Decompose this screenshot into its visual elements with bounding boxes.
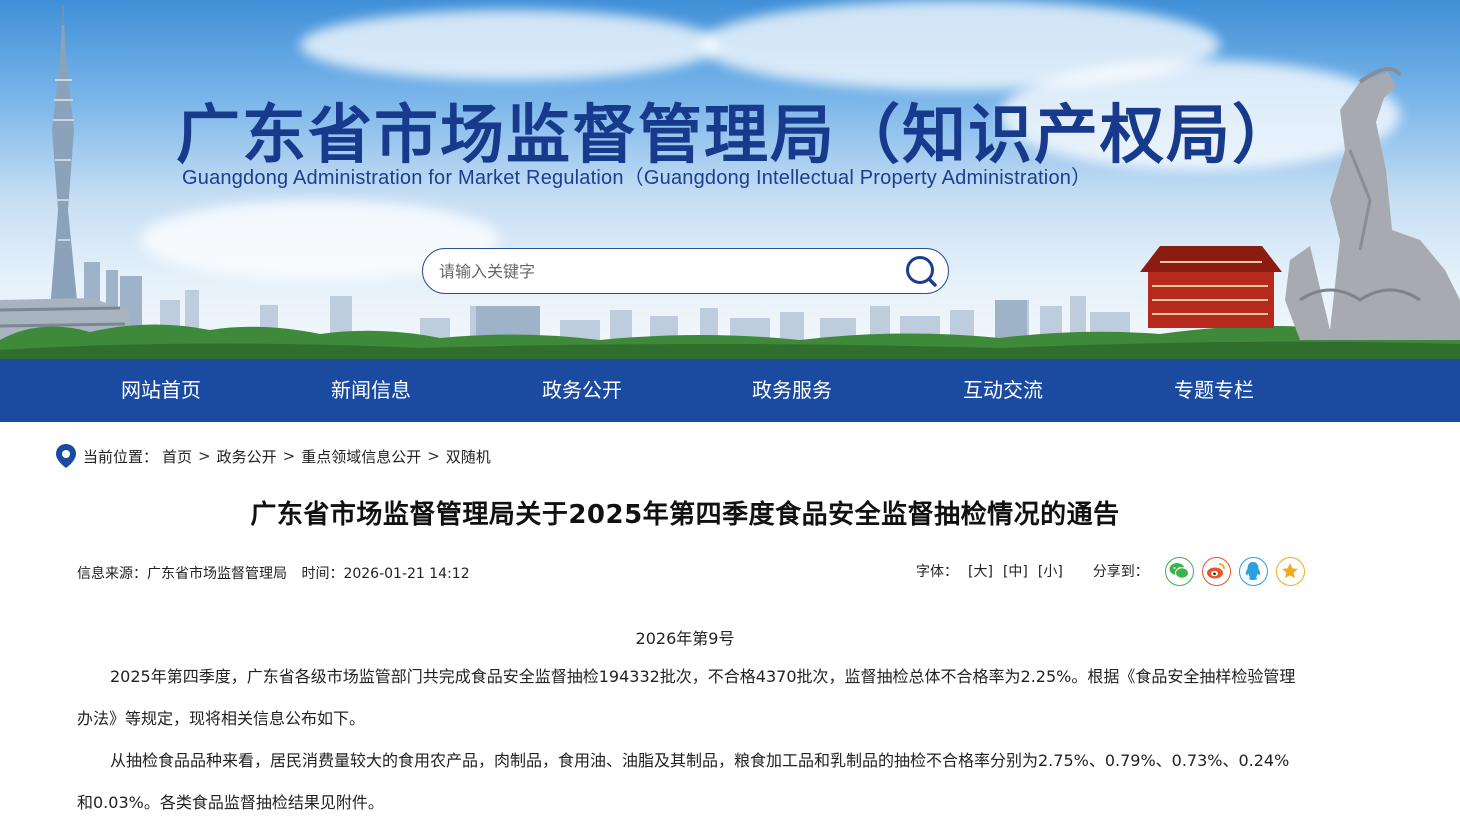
share-weibo-button[interactable] bbox=[1201, 556, 1231, 586]
breadcrumb-key-areas[interactable]: 重点领域信息公开 bbox=[301, 446, 421, 467]
search-input[interactable] bbox=[439, 259, 899, 283]
article-source: 信息来源：广东省市场监督管理局 bbox=[77, 566, 287, 582]
add-favorite-button[interactable] bbox=[1275, 556, 1305, 586]
font-size-label: 字体： bbox=[916, 564, 958, 580]
nav-item-interaction[interactable]: 互动交流 bbox=[923, 359, 1083, 422]
wechat-icon bbox=[1169, 563, 1190, 579]
article-time: 时间：2026-01-21 14:12 bbox=[301, 566, 470, 582]
breadcrumb-government-affairs[interactable]: 政务公开 bbox=[217, 446, 277, 467]
article-meta: 信息来源：广东省市场监督管理局 时间：2026-01-21 14:12 bbox=[77, 563, 480, 583]
nav-item-government-affairs[interactable]: 政务公开 bbox=[502, 359, 662, 422]
breadcrumb: 当前位置： 首页 > 政务公开 > 重点领域信息公开 > 双随机 bbox=[55, 444, 491, 468]
search-bar bbox=[422, 248, 949, 294]
five-goats-statue bbox=[1285, 66, 1460, 340]
site-subtitle: Guangdong Administration for Market Regu… bbox=[182, 167, 1092, 189]
breadcrumb-separator: > bbox=[282, 447, 296, 465]
breadcrumb-separator: > bbox=[198, 447, 211, 465]
main-nav: 网站首页 新闻信息 政务公开 政务服务 互动交流 专题专栏 bbox=[0, 359, 1460, 422]
search-button[interactable] bbox=[904, 255, 938, 287]
article-paragraph: 从抽检食品品种来看，居民消费量较大的食用农产品，肉制品，食用油、油脂及其制品，粮… bbox=[77, 751, 1290, 812]
share-qq-button[interactable] bbox=[1238, 556, 1268, 586]
font-size-medium-button[interactable]: [中] bbox=[1003, 561, 1028, 581]
canton-tower bbox=[50, 5, 78, 310]
font-size-large-button[interactable]: [大] bbox=[968, 561, 993, 581]
breadcrumb-separator: > bbox=[427, 447, 440, 465]
nav-item-special-topics[interactable]: 专题专栏 bbox=[1134, 359, 1294, 422]
weibo-icon bbox=[1207, 563, 1226, 579]
search-icon bbox=[906, 256, 937, 287]
article-tools: 字体： [大] [中] [小] 分享到： bbox=[916, 556, 1305, 586]
breadcrumb-home[interactable]: 首页 bbox=[162, 446, 192, 467]
nav-item-government-services[interactable]: 政务服务 bbox=[712, 359, 872, 422]
article-paragraph: 2025年第四季度，广东省各级市场监管部门共完成食品安全监督抽检194332批次… bbox=[77, 667, 1296, 728]
document-number: 2026年第9号 bbox=[635, 629, 735, 648]
qq-icon bbox=[1246, 562, 1261, 580]
nav-item-home[interactable]: 网站首页 bbox=[81, 359, 241, 422]
breadcrumb-label: 当前位置： bbox=[83, 447, 159, 466]
location-pin-icon bbox=[56, 444, 76, 468]
article-title: 广东省市场监督管理局关于2025年第四季度食品安全监督抽检情况的通告 bbox=[250, 500, 1120, 530]
header-banner: 广东省市场监督管理局（知识产权局） Guangdong Administrati… bbox=[0, 0, 1460, 359]
favorite-star-icon bbox=[1282, 563, 1299, 579]
share-label: 分享到： bbox=[1092, 564, 1149, 580]
nav-item-news[interactable]: 新闻信息 bbox=[291, 359, 451, 422]
zhenhai-tower bbox=[1140, 246, 1282, 328]
breadcrumb-double-random[interactable]: 双随机 bbox=[446, 446, 491, 467]
font-size-small-button[interactable]: [小] bbox=[1038, 561, 1063, 581]
share-wechat-button[interactable] bbox=[1164, 556, 1194, 586]
